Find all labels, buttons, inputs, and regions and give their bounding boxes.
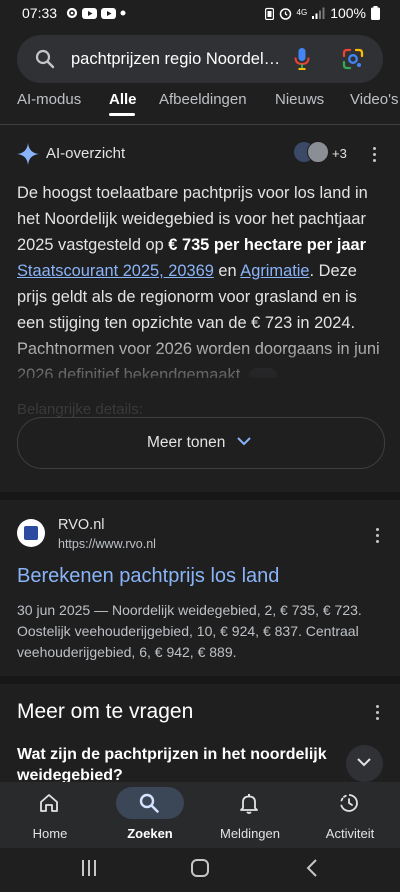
- back-icon[interactable]: [306, 858, 318, 878]
- section-divider: [0, 492, 400, 500]
- bottom-navigation: Home Zoeken Meldingen Activiteit: [0, 782, 400, 848]
- search-bar[interactable]: pachtprijzen regio Noordelijk weidegebie…: [17, 35, 383, 83]
- result-site-name[interactable]: RVO.nl: [58, 517, 104, 533]
- ai-more-options-icon[interactable]: [364, 144, 384, 164]
- status-system-icons: 4G 100%: [264, 5, 380, 21]
- network-type: 4G: [296, 8, 308, 17]
- rvo-favicon[interactable]: [17, 519, 45, 547]
- google-lens-icon[interactable]: [342, 48, 364, 70]
- youtube-icon: [82, 7, 97, 19]
- result-snippet: 30 jun 2025 — Noordelijk weidegebied, 2,…: [17, 602, 362, 660]
- recent-apps-icon[interactable]: [80, 859, 98, 877]
- chevron-down-icon: [357, 758, 371, 767]
- people-also-ask-title: Meer om te vragen: [17, 700, 194, 723]
- home-button-icon[interactable]: [190, 858, 210, 878]
- ai-sources-count[interactable]: +3: [332, 146, 347, 161]
- signal-icon: [312, 7, 325, 19]
- status-notification-icons: [66, 7, 126, 19]
- settings-icon: [66, 7, 78, 19]
- mic-icon[interactable]: [294, 48, 310, 70]
- ai-overview-title: AI-overzicht: [46, 145, 126, 162]
- tab-nieuws[interactable]: Nieuws: [275, 91, 324, 108]
- nav-search[interactable]: Zoeken: [100, 782, 200, 848]
- tab-afbeeldingen[interactable]: Afbeeldingen: [159, 91, 247, 108]
- show-more-label: Meer tonen: [147, 434, 226, 451]
- search-icon: [139, 793, 159, 813]
- paa-expand-button[interactable]: [346, 745, 383, 782]
- nav-activity-label: Activiteit: [325, 826, 375, 841]
- battery-saver-icon: [264, 7, 274, 20]
- youtube-icon: [101, 7, 116, 19]
- nav-home[interactable]: Home: [0, 782, 100, 848]
- search-icon[interactable]: [35, 49, 55, 69]
- nav-home-label: Home: [32, 826, 68, 841]
- nav-notifications[interactable]: Meldingen: [200, 782, 300, 848]
- show-more-button[interactable]: Meer tonen: [17, 417, 385, 469]
- status-time: 07:33: [22, 5, 58, 21]
- faded-heading: Belangrijke details:: [17, 401, 143, 418]
- source-avatar: [307, 141, 329, 163]
- link-staatscourant[interactable]: Staatscourant 2025, 20369: [17, 262, 214, 280]
- nav-search-label: Zoeken: [127, 826, 173, 841]
- ai-text-highlight: € 735 per hectare per jaar: [168, 236, 367, 254]
- dot-icon: [120, 10, 126, 16]
- result-more-options-icon[interactable]: [367, 525, 387, 545]
- search-input[interactable]: pachtprijzen regio Noordelijk weidegebie…: [71, 50, 281, 69]
- tab-videos[interactable]: Video's: [350, 91, 398, 108]
- activity-icon: [340, 794, 358, 812]
- link-agrimatie[interactable]: Agrimatie: [240, 262, 309, 280]
- system-navigation-bar: [0, 848, 400, 892]
- tab-ai-modus[interactable]: AI-modus: [17, 91, 81, 108]
- result-title-link[interactable]: Berekenen pachtprijs los land: [17, 565, 279, 588]
- ai-text-part: en: [213, 262, 241, 280]
- nav-notifications-label: Meldingen: [220, 826, 280, 841]
- rvo-logo: [24, 526, 38, 540]
- alarm-icon: [279, 7, 291, 20]
- search-tabs: AI-modus Alle Afbeeldingen Nieuws Video'…: [0, 86, 400, 125]
- ai-overview-header: AI-overzicht +3: [0, 138, 400, 170]
- bell-icon: [240, 794, 258, 814]
- paa-more-options-icon[interactable]: [367, 702, 387, 722]
- nav-activity[interactable]: Activiteit: [300, 782, 400, 848]
- home-icon: [40, 794, 58, 812]
- battery-percent: 100%: [330, 5, 366, 21]
- ai-sparkle-icon: [17, 143, 39, 165]
- chevron-down-icon: [237, 437, 251, 446]
- result-url[interactable]: https://www.rvo.nl: [58, 537, 156, 551]
- section-divider: [0, 676, 400, 684]
- ai-sources-avatars[interactable]: [293, 141, 331, 163]
- paa-question[interactable]: Wat zijn de pachtprijzen in het noordeli…: [17, 744, 337, 786]
- status-bar: 07:33 4G 100%: [0, 0, 400, 28]
- battery-icon: [371, 6, 380, 20]
- active-tab-indicator: [109, 113, 135, 116]
- tab-alle[interactable]: Alle: [109, 91, 137, 108]
